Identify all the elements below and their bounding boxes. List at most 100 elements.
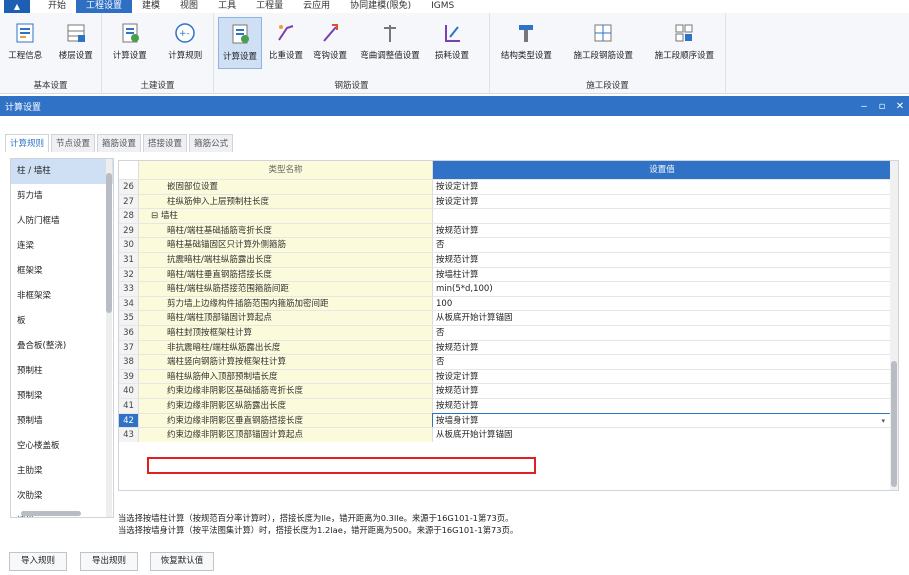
list-item[interactable]: 预制墙 — [11, 409, 113, 434]
table-row[interactable]: 32 暗柱/端柱垂直钢筋搭接长度 按墙柱计算 — [119, 266, 891, 282]
tab-calc-rules[interactable]: 计算规则 — [5, 134, 50, 152]
maximize-icon[interactable]: ▫ — [873, 101, 891, 112]
row-value-text: 否 — [436, 328, 445, 338]
list-scrollbar-thumb[interactable] — [106, 173, 112, 313]
table-row[interactable]: 26 嵌固部位设置 按设定计算 — [119, 179, 891, 194]
row-value[interactable]: 按设定计算 — [433, 195, 891, 209]
table-row[interactable]: 41 约束边缘非阴影区纵筋露出长度 按规范计算 — [119, 398, 891, 413]
calc-settings-icon — [118, 21, 142, 45]
list-hscrollbar-thumb[interactable] — [21, 511, 81, 516]
row-value[interactable] — [433, 209, 891, 223]
tab-stirrup-settings[interactable]: 箍筋设置 — [97, 134, 142, 152]
row-name: 嵌固部位设置 — [139, 180, 433, 194]
structure-type-button[interactable]: 结构类型设置 — [501, 17, 552, 69]
row-value-text: 按规范计算 — [436, 386, 479, 397]
list-item[interactable]: 主肋梁 — [11, 459, 113, 484]
menu-tab-start[interactable]: 开始 — [38, 0, 76, 13]
row-value[interactable]: 否 — [433, 238, 891, 252]
list-item[interactable]: 叠合板(整浇) — [11, 334, 113, 359]
menu-tab-view[interactable]: 视图 — [170, 0, 208, 13]
row-value[interactable]: 按规范计算 — [433, 399, 891, 413]
civil-calc-settings-label: 计算设置 — [112, 51, 147, 61]
table-row[interactable]: 43 约束边缘非阴影区顶部锚固计算起点 从板底开始计算锚固 — [119, 427, 891, 442]
export-rules-button[interactable]: 导出规则 — [80, 552, 138, 571]
bend-adjust-button[interactable]: 弯曲调整值设置 — [354, 17, 426, 69]
table-row[interactable]: 37 非抗震暗柱/端柱纵筋露出长度 按规范计算 — [119, 339, 891, 355]
row-value[interactable]: 按规范计算 — [433, 384, 891, 398]
calc-rules-button[interactable]: +- 计算规则 — [168, 17, 202, 69]
row-value[interactable]: 按设定计算 — [433, 180, 891, 194]
tab-node-settings[interactable]: 节点设置 — [51, 134, 96, 152]
calc-rules-icon: +- — [173, 21, 197, 45]
civil-calc-settings-button[interactable]: 计算设置 — [113, 17, 147, 69]
menu-tab-quantity[interactable]: 工程量 — [246, 0, 293, 13]
row-value[interactable]: 从板底开始计算锚固 — [433, 311, 891, 325]
list-item[interactable]: 预制梁 — [11, 384, 113, 409]
import-rules-button[interactable]: 导入规则 — [9, 552, 67, 571]
restore-defaults-button[interactable]: 恢复默认值 — [150, 552, 214, 571]
row-value[interactable]: 按设定计算 — [433, 370, 891, 384]
close-icon[interactable]: ✕ — [891, 101, 909, 112]
row-value[interactable]: 按规范计算 — [433, 253, 891, 267]
table-row[interactable]: 29 暗柱/端柱基础插筋弯折长度 按规范计算 — [119, 222, 891, 238]
table-row[interactable]: 39 暗柱纵筋伸入顶部预制墙长度 按设定计算 — [119, 368, 891, 384]
table-row[interactable]: 42 约束边缘非阴影区垂直钢筋搭接长度 按墙身计算 ▾ — [119, 412, 892, 429]
ribbon-group-civil-title: 土建设置 — [140, 81, 175, 91]
row-value[interactable]: 否 — [433, 326, 891, 340]
list-item[interactable]: 剪力墙 — [11, 184, 113, 209]
row-value-text: 按设定计算 — [436, 182, 479, 192]
tab-lap-settings[interactable]: 搭接设置 — [143, 134, 188, 152]
table-row[interactable]: 35 暗柱/端柱顶部锚固计算起点 从板底开始计算锚固 — [119, 310, 891, 325]
table-row[interactable]: 40 约束边缘非阴影区基础插筋弯折长度 按规范计算 — [119, 383, 891, 398]
menu-tab-collab[interactable]: 协同建模(限免) — [340, 0, 421, 13]
list-item[interactable]: 人防门框墙 — [11, 209, 113, 234]
table-row[interactable]: 28 ⊟ 墙柱 — [119, 208, 891, 223]
list-item[interactable]: 非框架梁 — [11, 284, 113, 309]
dropdown-arrow-icon[interactable]: ▾ — [881, 414, 885, 428]
list-item[interactable]: 板 — [11, 309, 113, 334]
minimize-icon[interactable]: ‒ — [855, 101, 873, 112]
table-row[interactable]: 38 端柱竖向钢筋计算按框架柱计算否 — [119, 354, 891, 369]
list-item[interactable]: 次肋梁 — [11, 484, 113, 509]
construction-order-button[interactable]: 施工段顺序设置 — [655, 17, 714, 69]
table-row[interactable]: 31 抗震暗柱/端柱纵筋露出长度 按规范计算 — [119, 252, 891, 267]
weight-settings-button[interactable]: 比重设置 — [266, 17, 306, 69]
row-value[interactable]: 按墙柱计算 — [433, 268, 891, 282]
grid-scrollbar-thumb[interactable] — [891, 361, 897, 487]
hook-settings-button[interactable]: 弯钩设置 — [310, 17, 350, 69]
list-item[interactable]: 连梁 — [11, 234, 113, 259]
table-row[interactable]: 30 暗柱基础锚固区只计算外侧箍筋否 — [119, 237, 891, 252]
row-value[interactable]: min(5*d,100) — [433, 282, 891, 296]
list-item[interactable]: 空心楼盖板 — [11, 434, 113, 459]
construction-rebar-button[interactable]: 施工段钢筋设置 — [573, 17, 633, 69]
menu-tab-modeling[interactable]: 建模 — [132, 0, 170, 13]
menu-tab-cloud[interactable]: 云应用 — [293, 0, 340, 13]
rebar-calc-icon — [228, 22, 252, 46]
rebar-calc-settings-button[interactable]: 计算设置 — [218, 17, 262, 69]
ribbon-group-basic: 工程信息 楼层设置 基本设置 — [0, 13, 102, 94]
tab-stirrup-formula[interactable]: 箍筋公式 — [189, 134, 234, 152]
app-menu-button[interactable]: ▲ — [4, 0, 30, 13]
row-value[interactable]: 按规范计算 — [433, 341, 891, 355]
project-info-button[interactable]: 工程信息 — [8, 17, 42, 69]
row-value[interactable]: 按规范计算 — [433, 224, 891, 238]
row-value[interactable]: 100 — [433, 297, 891, 311]
list-item[interactable]: 框架梁 — [11, 259, 113, 284]
table-row[interactable]: 33 暗柱/端柱纵筋搭接范围箍筋间距 min(5*d,100) — [119, 281, 891, 296]
menu-tab-igms[interactable]: IGMS — [421, 0, 464, 13]
dialog-tabs: 计算规则 节点设置 箍筋设置 搭接设置 箍筋公式 — [5, 134, 235, 152]
table-row[interactable]: 34 剪力墙上边缘构件插筋范围内箍筋加密间距 100 — [119, 295, 891, 311]
menu-tab-project-settings[interactable]: 工程设置 — [76, 0, 133, 13]
list-item[interactable]: 预制柱 — [11, 359, 113, 384]
row-value[interactable]: 从板底开始计算锚固 — [433, 428, 891, 442]
row-value[interactable]: 否 — [433, 355, 891, 369]
list-item-column[interactable]: 柱 / 墙柱 — [11, 159, 113, 184]
table-row[interactable]: 27 柱纵筋伸入上层预制柱长度 按设定计算 — [119, 193, 891, 209]
menu-tab-tools[interactable]: 工具 — [208, 0, 246, 13]
loss-settings-button[interactable]: 损耗设置 — [430, 17, 474, 69]
table-row[interactable]: 36 暗柱封顶按框架柱计算否 — [119, 325, 891, 340]
row-value[interactable]: 按墙身计算 ▾ — [432, 412, 892, 429]
floor-settings-button[interactable]: 楼层设置 — [59, 17, 93, 69]
app-root: { "menubar": { "tabs": ["开始", "工程设置", "建… — [0, 0, 909, 575]
row-number: 42 — [119, 413, 139, 428]
